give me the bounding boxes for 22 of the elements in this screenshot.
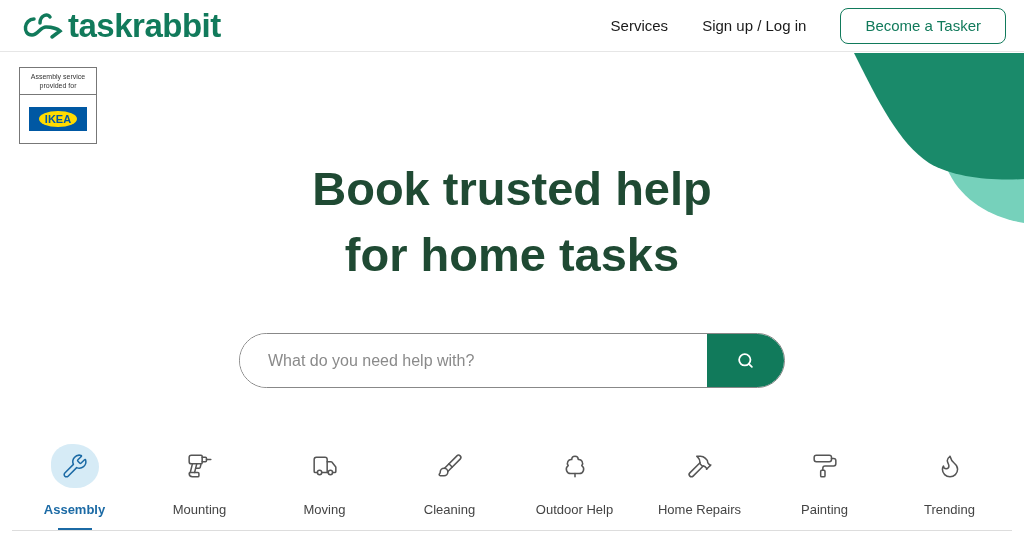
hammer-icon [686, 453, 713, 479]
category-tab[interactable]: Moving [262, 440, 387, 530]
search-icon [737, 352, 754, 369]
search-field[interactable]: What do you need help with? [239, 333, 785, 388]
category-tab[interactable]: Painting [762, 440, 887, 530]
paint-roller-icon [811, 453, 838, 479]
search-button[interactable] [707, 334, 784, 387]
category-tab[interactable]: Trending [887, 440, 1012, 530]
category-tab[interactable]: Outdoor Help [512, 440, 637, 530]
category-tab[interactable]: Assembly [12, 440, 137, 530]
drill-icon [186, 453, 213, 479]
wrench-icon [61, 453, 88, 479]
nav-link[interactable]: Sign up / Log in [702, 17, 807, 34]
logo-text[interactable]: taskrabbit [68, 6, 221, 45]
category-tab[interactable]: Mounting [137, 440, 262, 530]
category-tab[interactable]: Home Repairs [637, 440, 762, 530]
category-tab[interactable]: Cleaning [387, 440, 512, 530]
brand-logo-text: IKEA [38, 111, 78, 128]
become-tasker-button[interactable]: Become a Tasker [840, 7, 1006, 44]
hero-title: Book trusted help for home tasks [312, 161, 712, 283]
brush-icon [436, 453, 463, 479]
nav-link[interactable]: Services [610, 17, 669, 34]
